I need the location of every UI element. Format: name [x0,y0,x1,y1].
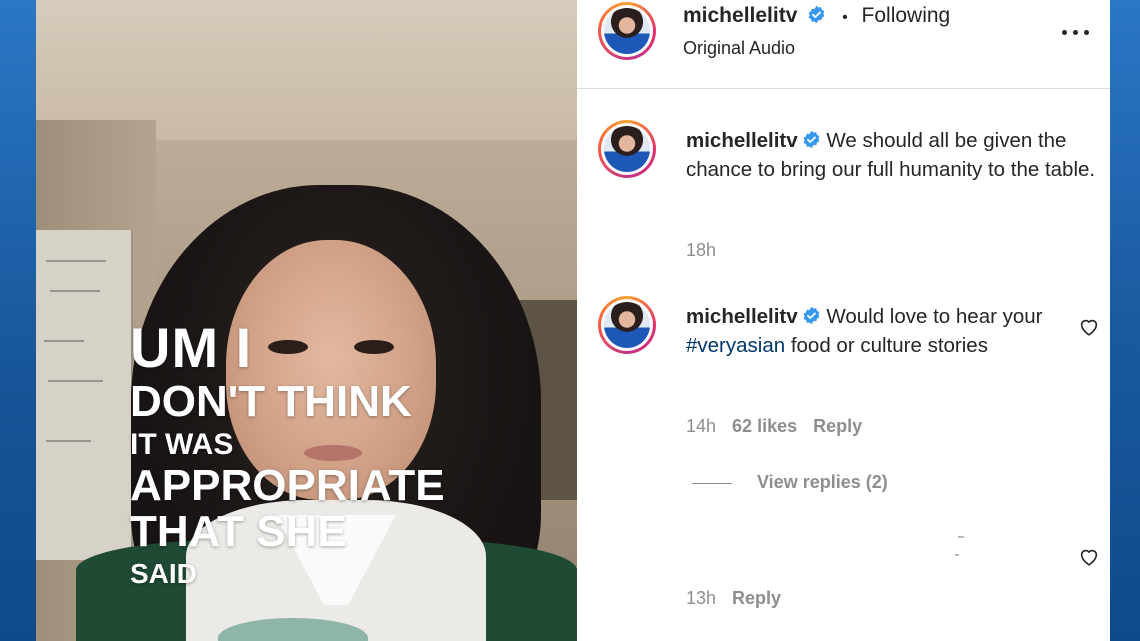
timestamp[interactable]: 18h [686,240,716,260]
video-ceiling [36,0,577,140]
avatar[interactable] [598,296,656,354]
caption-line: THAT SHE [130,507,347,556]
caption-meta: 18h [686,240,716,261]
comment-meta: 14h 62 likes Reply [686,416,862,437]
audio-link[interactable]: Original Audio [683,38,795,59]
avatar[interactable] [598,2,656,60]
replies-divider [692,482,732,484]
view-replies-button[interactable]: View replies (2) [692,472,888,493]
video-player[interactable]: UM I DON'T THINK IT WAS APPROPRIATE THAT… [36,0,577,641]
reply-button[interactable]: Reply [813,416,862,436]
redacted-mark [955,554,959,556]
video-whiteboard [36,230,133,560]
hashtag-link[interactable]: #veryasian [686,334,785,357]
caption-line: IT WAS [130,428,234,461]
separator-dot: • [842,9,848,26]
heart-icon[interactable] [1078,546,1100,568]
caption-text: michellelitv We should all be given the … [686,126,1096,184]
caption-line: APPROPRIATE [130,461,445,510]
redacted-mark [958,536,964,538]
post-header: michellelitv • Following Original Audio [577,0,1110,89]
username-link[interactable]: michellelitv [686,305,798,328]
timestamp[interactable]: 14h [686,416,716,436]
verified-badge-icon [808,5,825,24]
caption-line: SAID [130,558,197,589]
more-options-icon[interactable] [1062,22,1090,42]
view-replies-label: View replies (2) [757,472,888,492]
comment-meta: 13h Reply [686,588,781,609]
verified-badge-icon [803,306,820,325]
heart-icon[interactable] [1078,316,1100,338]
reply-button[interactable]: Reply [732,588,781,608]
post-side-panel: michellelitv • Following Original Audio … [577,0,1110,641]
username-link[interactable]: michellelitv [686,129,798,152]
left-border [0,0,36,641]
comment-text: michellelitv Would love to hear your #ve… [686,302,1076,360]
likes-count[interactable]: 62 likes [732,416,797,436]
right-border [1110,0,1140,641]
video-caption-overlay: UM I DON'T THINK IT WAS APPROPRIATE THAT… [130,320,445,588]
comment-body-start: Would love to hear your [826,305,1043,328]
following-button[interactable]: Following [862,4,951,27]
post-header-user: michellelitv • Following [683,4,950,28]
comment-body-end: food or culture stories [785,334,988,357]
caption-line: DON'T THINK [130,377,412,426]
timestamp[interactable]: 13h [686,588,716,608]
caption-line: UM I [130,316,253,379]
verified-badge-icon [803,130,820,149]
avatar[interactable] [598,120,656,178]
username-link[interactable]: michellelitv [683,4,797,27]
